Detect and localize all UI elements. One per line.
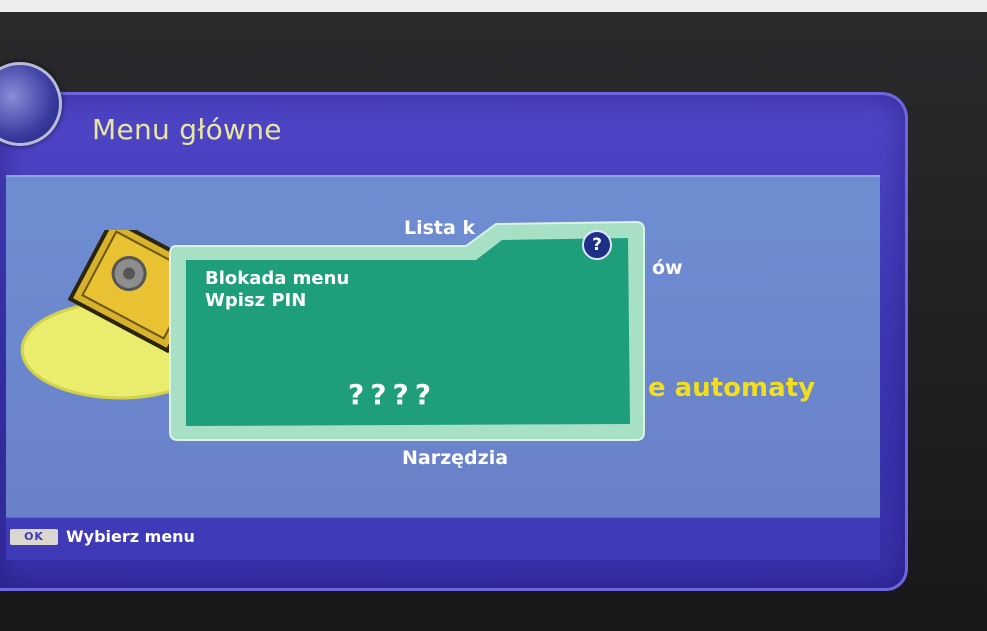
menu-item-second[interactable]: ów <box>652 257 683 279</box>
ok-key-badge: OK <box>10 529 58 545</box>
dialog-title: Blokada menu <box>205 268 350 289</box>
menu-item-tools[interactable]: Narzędzia <box>402 447 508 469</box>
page-title: Menu główne <box>92 113 282 146</box>
monitor-bezel-top <box>0 0 987 12</box>
footer-hint: Wybierz menu <box>66 527 195 546</box>
menu-item-selected[interactable]: e automaty <box>648 373 815 403</box>
pin-entry-field[interactable]: ???? <box>348 378 437 411</box>
help-icon[interactable]: ? <box>582 230 612 260</box>
dialog-prompt: Wpisz PIN <box>205 290 307 311</box>
